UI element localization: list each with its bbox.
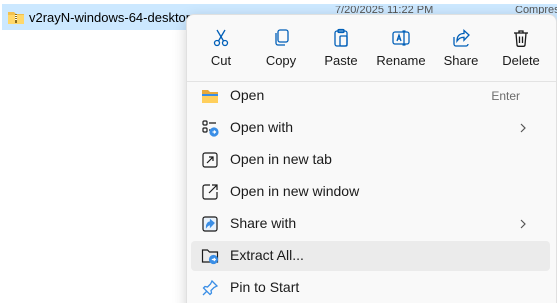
chevron-right-icon [520,219,526,229]
rename-icon [392,30,410,46]
open-in-new-window-label: Open in new window [230,183,360,199]
new-tab-icon [202,152,218,168]
paste-label: Paste [324,53,358,68]
menu-item-pin-to-start[interactable]: Pin to Start [191,273,550,303]
open-with-label: Open with [230,119,294,135]
menu-item-open-in-new-tab[interactable]: Open in new tab [191,145,550,175]
extract-icon [201,249,219,265]
open-shortcut: Enter [491,89,520,103]
menu-item-open-in-new-window[interactable]: Open in new window [191,177,550,207]
pin-icon [202,279,219,296]
zip-folder-icon [8,12,24,24]
rename-label: Rename [376,53,426,68]
open-with-icon [202,120,219,137]
copy-icon [275,29,289,46]
extract-all-label: Extract All... [230,247,304,263]
paste-icon [334,28,348,47]
share-with-icon [202,216,218,232]
cut-label: Cut [210,53,232,68]
cut-button[interactable]: Cut [193,22,249,72]
menu-item-extract-all[interactable]: Extract All... [191,241,550,271]
menu-item-share-with[interactable]: Share with [191,209,550,239]
pin-to-start-label: Pin to Start [230,279,300,295]
share-button[interactable]: Share [433,22,489,72]
file-name: v2rayN-windows-64-desktop [29,10,194,25]
menu-item-open-with[interactable]: Open with [191,113,550,143]
menu-item-open[interactable]: Open Enter [191,81,550,111]
chevron-right-icon [520,123,526,133]
new-window-icon [202,184,218,200]
open-label: Open [230,87,265,103]
trash-icon [514,30,528,47]
delete-label: Delete [502,53,540,68]
scissors-icon [213,29,229,47]
delete-button[interactable]: Delete [493,22,549,72]
rename-button[interactable]: Rename [373,22,429,72]
folder-icon [202,90,218,103]
share-label: Share [443,53,479,68]
copy-button[interactable]: Copy [253,22,309,72]
quick-action-bar: Cut Copy Paste Rename Share Delete [187,15,556,75]
share-with-label: Share with [230,215,297,231]
paste-button[interactable]: Paste [313,22,369,72]
context-menu: Cut Copy Paste Rename Share Delete Open … [186,14,557,303]
copy-label: Copy [265,53,297,68]
open-in-new-tab-label: Open in new tab [230,151,332,167]
share-icon [453,29,470,47]
